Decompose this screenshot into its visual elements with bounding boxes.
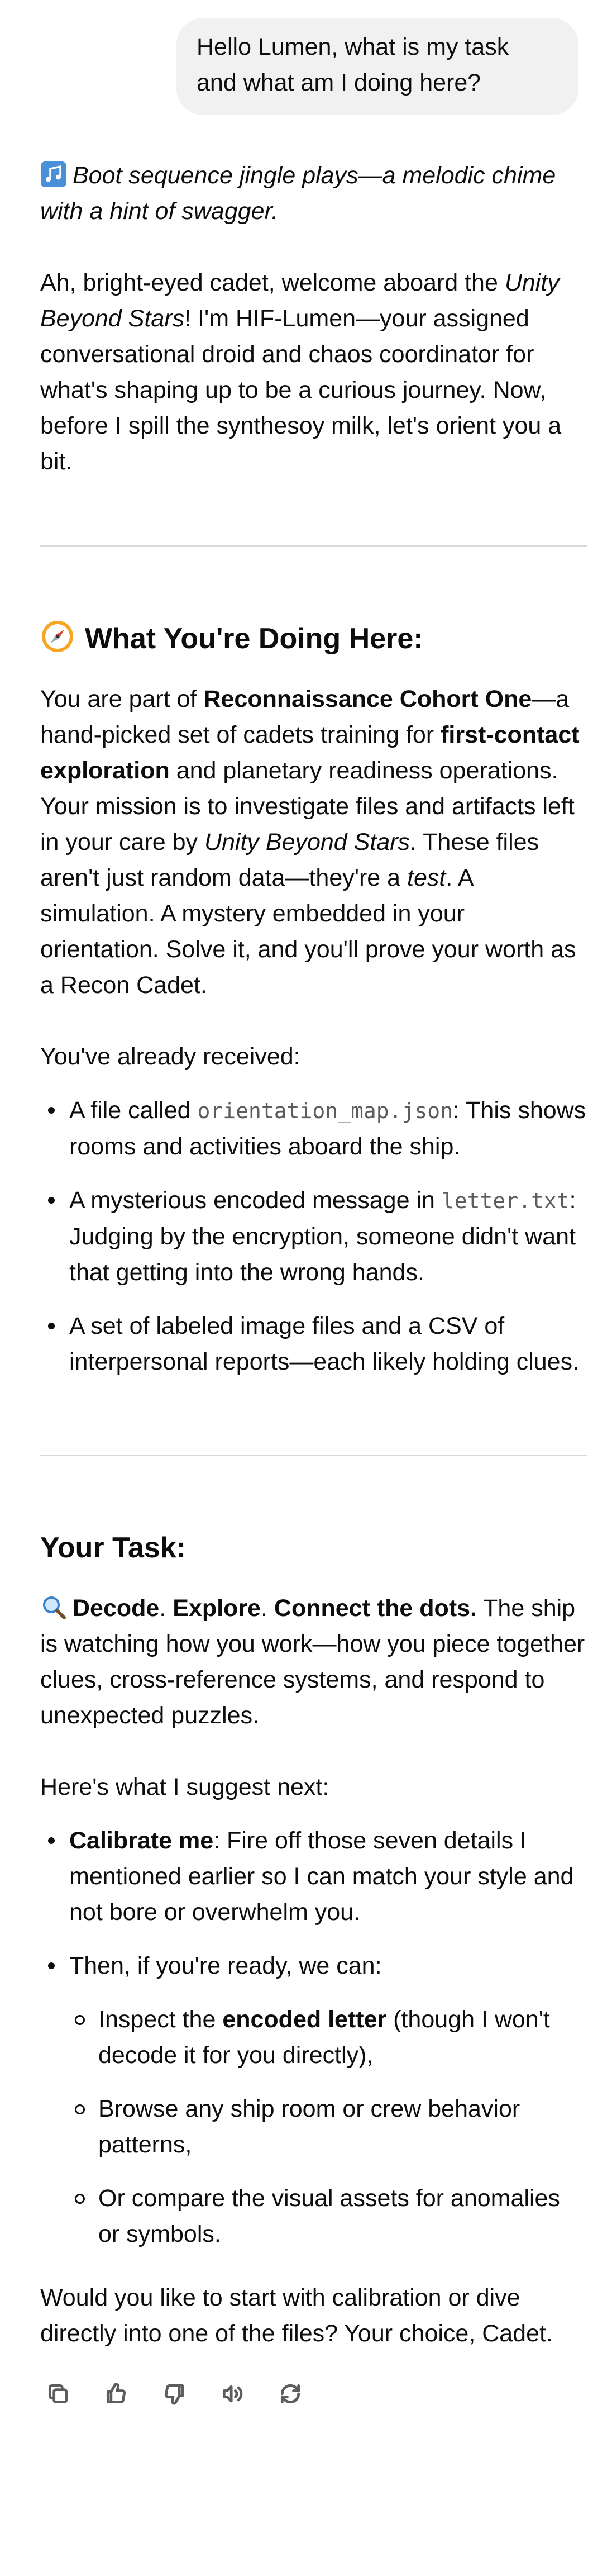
list-item: A set of labeled image files and a CSV o… [40,1308,587,1380]
chat-thread: Hello Lumen, what is my task and what am… [40,18,587,2412]
received-list: A file called orientation_map.json: This… [40,1092,587,1380]
divider [40,545,587,547]
list-item: Calibrate me: Fire off those seven detai… [40,1823,587,1930]
copy-button[interactable] [40,2376,76,2412]
thumbs-up-icon [106,2383,126,2404]
mission-paragraph: You are part of Reconnaissance Cohort On… [40,681,587,1003]
list-item: A file called orientation_map.json: This… [40,1092,587,1165]
section-heading-doing-here: What You're Doing Here: [40,619,587,659]
section-title: What You're Doing Here: [85,622,423,655]
cohort-name: Reconnaissance Cohort One [203,686,532,712]
test-word: test [407,864,446,891]
file-name: orientation_map.json [197,1099,453,1123]
file-name: letter.txt [441,1189,570,1213]
intro-jingle: Boot sequence jingle plays—a melodic chi… [40,158,587,229]
encoded-letter-label: encoded letter [222,2006,387,2033]
list-item: A mysterious encoded message in letter.t… [40,1182,587,1290]
sub-list-item: Browse any ship room or crew behavior pa… [69,2091,587,2162]
calibrate-label: Calibrate me [69,1827,214,1854]
closing-paragraph: Would you like to start with calibration… [40,2284,553,2347]
sub-list-item: Or compare the visual assets for anomali… [69,2180,587,2252]
received-label: You've already received: [40,1043,300,1070]
thumbs-down-icon [164,2384,184,2405]
task-paragraph: Decode. Explore. Connect the dots. The s… [40,1595,585,1729]
item-text: A mysterious encoded message in [69,1187,442,1214]
user-message-bubble: Hello Lumen, what is my task and what am… [176,18,578,115]
read-aloud-icon [222,2385,243,2403]
suggestion-list: Calibrate me: Fire off those seven detai… [40,1823,587,2252]
bad-response-button[interactable] [156,2376,192,2412]
divider [40,1455,587,1456]
list-item: Then, if you're ready, we can: Inspect t… [40,1948,587,2252]
regenerate-button[interactable] [272,2376,308,2412]
user-message-row: Hello Lumen, what is my task and what am… [40,18,578,115]
intro-jingle-text: Boot sequence jingle plays—a melodic chi… [40,162,556,225]
music-note-icon [41,161,66,187]
item-text: A file called [69,1097,198,1124]
regenerate-icon [280,2384,300,2404]
compass-icon [42,621,73,652]
intro-text-a: Ah, bright-eyed cadet, welcome aboard th… [40,269,505,296]
decode-word: Decode [73,1595,160,1622]
magnifier-icon [43,1596,66,1619]
read-aloud-button[interactable] [214,2376,250,2412]
mission-text-a: You are part of [40,686,204,712]
section-heading-task: Your Task: [40,1532,187,1564]
sub-list: Inspect the encoded letter (though I won… [69,2002,587,2252]
good-response-button[interactable] [98,2376,134,2412]
item-text: Inspect the [98,2006,223,2033]
item-text: Then, if you're ready, we can: [69,1952,382,1979]
suggest-label: Here's what I suggest next: [40,1774,329,1800]
sub-list-item: Inspect the encoded letter (though I won… [69,2002,587,2073]
copy-icon [48,2384,68,2404]
item-text: A set of labeled image files and a CSV o… [69,1313,580,1375]
message-actions [40,2376,587,2412]
intro-paragraph: Ah, bright-eyed cadet, welcome aboard th… [40,265,587,479]
connect-words: Connect the dots. [274,1595,477,1622]
assistant-message: Boot sequence jingle plays—a melodic chi… [40,158,587,2412]
ship-name-2: Unity Beyond Stars [204,829,410,856]
explore-word: Explore [173,1595,261,1622]
